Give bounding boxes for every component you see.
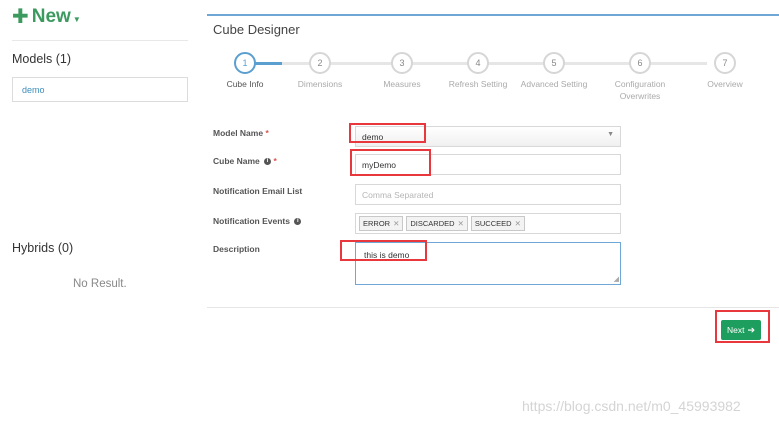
events-multiselect[interactable]: ERROR ✕ DISCARDED ✕ SUCCEED ✕ bbox=[355, 213, 621, 234]
event-tag-label: ERROR bbox=[363, 219, 391, 228]
description-textarea[interactable]: this is demo ◢ bbox=[355, 242, 621, 285]
new-button[interactable]: ✚ New ▼ bbox=[12, 6, 81, 28]
email-list-input[interactable]: Comma Separated bbox=[355, 184, 621, 205]
step-7-label: Overview bbox=[707, 79, 743, 89]
next-button-label: Next bbox=[726, 325, 745, 335]
wizard-steps: 1 Cube Info 2 Dimensions 3 Measures 4 Re… bbox=[207, 52, 779, 122]
step-5-label: Advanced Setting bbox=[520, 79, 588, 89]
cube-name-input[interactable]: myDemo bbox=[355, 154, 621, 175]
caret-down-icon: ▼ bbox=[72, 14, 81, 24]
step-4-circle[interactable]: 4 bbox=[467, 52, 489, 74]
step-3-circle[interactable]: 3 bbox=[391, 52, 413, 74]
remove-tag-icon[interactable]: ✕ bbox=[393, 219, 399, 228]
events-label-text: Notification Events bbox=[213, 216, 290, 226]
panel-title: Cube Designer bbox=[213, 22, 300, 37]
required-mark: * bbox=[273, 156, 277, 166]
models-title: Models (1) bbox=[12, 52, 72, 66]
event-tag-label: SUCCEED bbox=[474, 219, 512, 228]
required-mark: * bbox=[265, 128, 269, 138]
footer-divider bbox=[207, 307, 779, 308]
info-icon: i bbox=[264, 158, 272, 166]
cube-name-value: myDemo bbox=[362, 159, 397, 170]
email-list-label: Notification Email List bbox=[213, 186, 303, 196]
step-7-circle[interactable]: 7 bbox=[714, 52, 736, 74]
event-tag: SUCCEED ✕ bbox=[470, 216, 525, 231]
model-name-value: demo bbox=[362, 131, 384, 142]
watermark: https://blog.csdn.net/m0_45993982 bbox=[522, 398, 741, 414]
new-button-label: New bbox=[31, 6, 71, 27]
cube-name-label-text: Cube Name bbox=[213, 156, 260, 166]
cube-designer-panel: Cube Designer 1 Cube Info 2 Dimensions 3… bbox=[207, 14, 779, 346]
step-4-label: Refresh Setting bbox=[448, 79, 508, 89]
arrow-right-icon: ➔ bbox=[747, 324, 756, 335]
description-label: Description bbox=[213, 244, 260, 254]
model-name-label: Model Name * bbox=[213, 128, 269, 138]
step-2-label: Dimensions bbox=[297, 79, 343, 89]
model-item-demo[interactable]: demo bbox=[22, 85, 45, 95]
divider bbox=[12, 40, 188, 41]
hybrids-title: Hybrids (0) bbox=[12, 241, 74, 255]
step-2-circle[interactable]: 2 bbox=[309, 52, 331, 74]
next-button[interactable]: Next ➔ bbox=[721, 320, 761, 340]
remove-tag-icon[interactable]: ✕ bbox=[515, 219, 521, 228]
cube-name-label: Cube Name i * bbox=[213, 156, 277, 166]
events-label: Notification Events i bbox=[213, 216, 302, 226]
step-6-label: Configuration Overwrites bbox=[614, 79, 666, 101]
event-tag-label: DISCARDED bbox=[410, 219, 455, 228]
step-5-circle[interactable]: 5 bbox=[543, 52, 565, 74]
step-1-label: Cube Info bbox=[226, 79, 264, 89]
plus-icon: ✚ bbox=[12, 6, 29, 28]
info-icon: i bbox=[294, 218, 302, 226]
step-3-label: Measures bbox=[383, 79, 421, 89]
model-name-select[interactable]: demo ▼ bbox=[355, 126, 621, 147]
dropdown-caret-icon: ▼ bbox=[607, 131, 614, 138]
no-result-text: No Result. bbox=[73, 278, 127, 290]
resize-handle-icon[interactable]: ◢ bbox=[614, 275, 619, 283]
email-placeholder: Comma Separated bbox=[362, 189, 434, 200]
step-6-circle[interactable]: 6 bbox=[629, 52, 651, 74]
description-value: this is demo bbox=[364, 250, 410, 260]
step-1-circle[interactable]: 1 bbox=[234, 52, 256, 74]
remove-tag-icon[interactable]: ✕ bbox=[458, 219, 464, 228]
event-tag: DISCARDED ✕ bbox=[406, 216, 468, 231]
event-tag: ERROR ✕ bbox=[359, 216, 404, 231]
models-list: demo bbox=[12, 77, 188, 102]
model-name-label-text: Model Name bbox=[213, 128, 264, 138]
